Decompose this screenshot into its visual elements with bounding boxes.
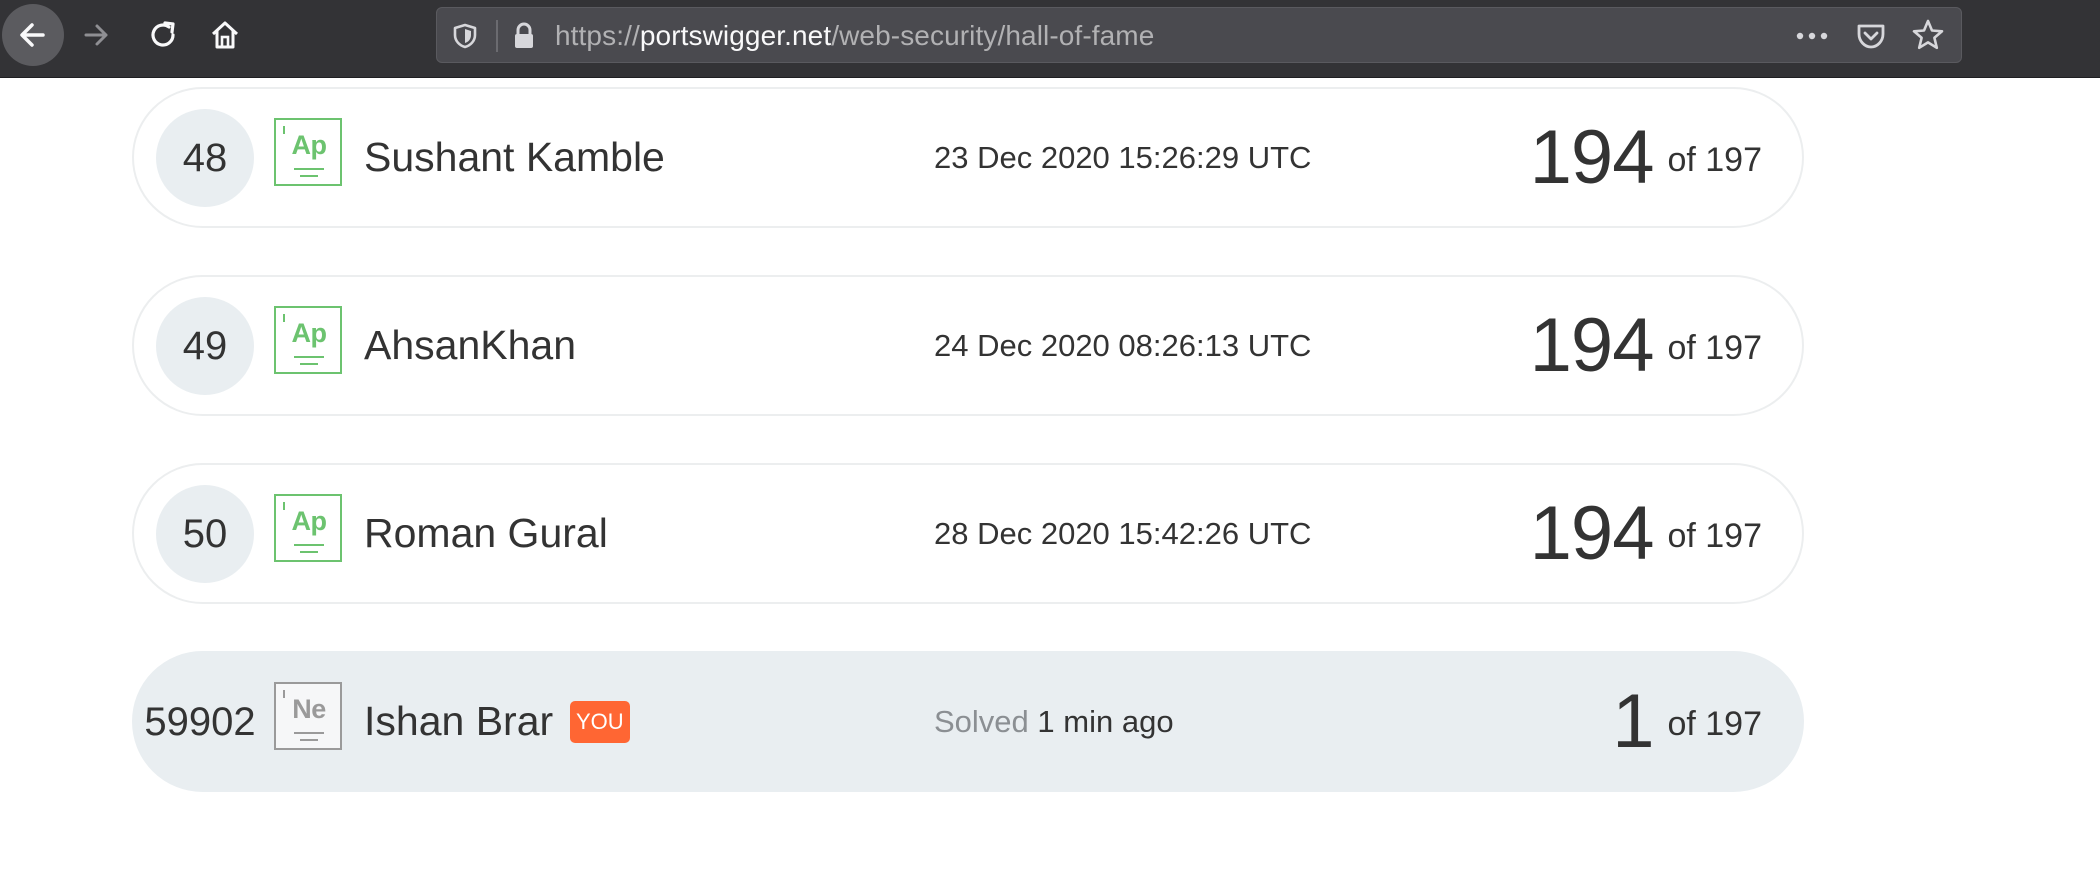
solved-when: 1 min ago <box>1037 704 1174 739</box>
forward-button[interactable] <box>74 12 120 58</box>
arrow-right-icon <box>84 24 108 46</box>
completion-date: 28 Dec 2020 15:42:26 UTC <box>934 516 1312 551</box>
player-name[interactable]: Ishan Brar <box>364 653 553 790</box>
home-icon <box>211 21 239 49</box>
element-badge-icon: Ap <box>274 494 342 562</box>
score: 194 of 197 <box>1530 465 1762 602</box>
solved-time: Solved 1 min ago <box>934 653 1174 790</box>
score-solved: 194 <box>1529 115 1655 200</box>
address-bar[interactable]: https://portswigger.net/web-security/hal… <box>436 7 1962 63</box>
player-name[interactable]: Roman Gural <box>364 465 608 602</box>
element-symbol: Ap <box>291 130 328 160</box>
url-scheme: https:// <box>555 20 640 51</box>
pocket-icon[interactable] <box>1855 20 1887 52</box>
url-path: /web-security/hall-of-fame <box>831 20 1155 51</box>
lock-icon[interactable] <box>509 21 539 51</box>
back-button[interactable] <box>2 4 64 66</box>
score-total: of 197 <box>1667 517 1762 555</box>
score: 194 of 197 <box>1530 277 1762 414</box>
score-total: of 197 <box>1667 705 1762 743</box>
you-badge: YOU <box>570 701 630 743</box>
score: 194 of 197 <box>1530 89 1762 226</box>
leaderboard-row: 48 Ap Sushant Kamble 23 Dec 2020 15:26:2… <box>132 87 1804 228</box>
score-solved: 1 <box>1612 679 1654 764</box>
arrow-left-icon <box>20 23 45 47</box>
completion-date: 24 Dec 2020 08:26:13 UTC <box>934 328 1312 363</box>
address-bar-separator <box>496 20 498 52</box>
reload-icon <box>151 21 175 47</box>
solved-label: Solved <box>934 704 1029 739</box>
rank-number: 49 <box>156 297 254 395</box>
rank-number: 59902 <box>144 699 256 744</box>
element-symbol: Ap <box>291 318 328 348</box>
element-symbol: Ap <box>291 506 328 536</box>
score: 1 of 197 <box>1612 653 1762 790</box>
leaderboard-row: 49 Ap AhsanKhan 24 Dec 2020 08:26:13 UTC… <box>132 275 1804 416</box>
player-name[interactable]: Sushant Kamble <box>364 89 665 226</box>
reload-button[interactable] <box>140 12 186 58</box>
element-symbol: Ne <box>292 694 326 724</box>
url-host: portswigger.net <box>639 20 832 51</box>
completion-date: 23 Dec 2020 15:26:29 UTC <box>934 140 1312 175</box>
element-badge-icon: Ne <box>274 682 342 750</box>
browser-toolbar: https://portswigger.net/web-security/hal… <box>0 0 2100 78</box>
score-total: of 197 <box>1667 141 1762 179</box>
more-actions-icon[interactable] <box>1792 18 1832 54</box>
element-badge-icon: Ap <box>274 306 342 374</box>
element-badge-icon: Ap <box>274 118 342 186</box>
current-user-row: 59902 Ne Ishan Brar YOU Solved 1 min ago… <box>132 651 1804 792</box>
player-name[interactable]: AhsanKhan <box>364 277 576 414</box>
bookmark-star-icon[interactable] <box>1911 18 1945 52</box>
leaderboard-row: 50 Ap Roman Gural 28 Dec 2020 15:42:26 U… <box>132 463 1804 604</box>
score-solved: 194 <box>1529 303 1655 388</box>
home-button[interactable] <box>202 12 248 58</box>
score-total: of 197 <box>1667 329 1762 367</box>
score-solved: 194 <box>1529 491 1655 576</box>
rank-number: 50 <box>156 485 254 583</box>
tracking-protection-shield-icon[interactable] <box>451 22 479 50</box>
rank-number: 48 <box>156 109 254 207</box>
url-text[interactable]: https://portswigger.net/web-security/hal… <box>555 8 1154 64</box>
